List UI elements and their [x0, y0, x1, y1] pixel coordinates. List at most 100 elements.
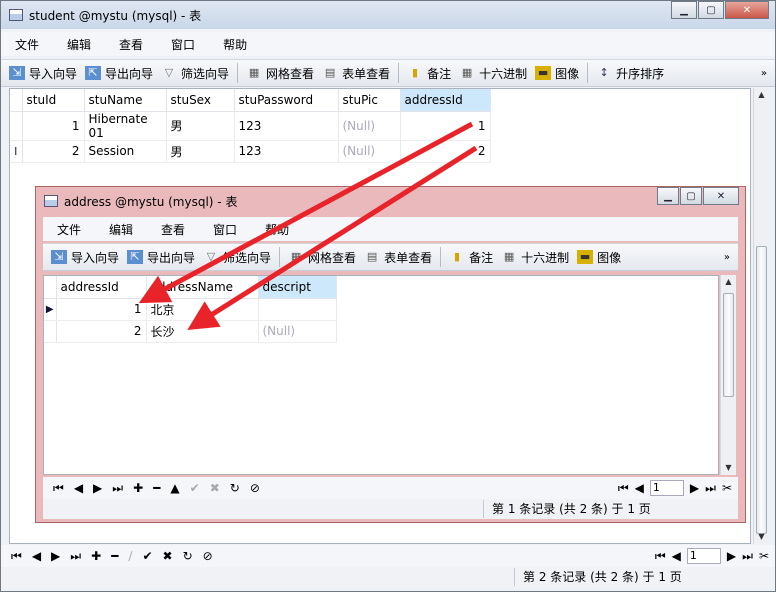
prev-record-icon[interactable]: ◀	[32, 549, 41, 563]
col-header-addressId[interactable]: addressId	[56, 276, 147, 299]
stop-icon[interactable]: ⊘	[250, 481, 260, 495]
first-page-icon[interactable]: ⏮	[655, 549, 666, 564]
col-header-addressName[interactable]: addressName	[146, 276, 259, 299]
menu-edit[interactable]: 编辑	[109, 221, 133, 238]
cell-addressId[interactable]: 1	[400, 111, 491, 141]
last-record-icon[interactable]: ⏭	[70, 549, 81, 564]
first-record-icon[interactable]: ⏮	[11, 549, 22, 564]
refresh-icon[interactable]: ↻	[230, 481, 240, 495]
apply-changes-icon[interactable]: ✔	[142, 549, 152, 563]
cell-stuSex[interactable]: 男	[166, 140, 235, 163]
menu-file[interactable]: 文件	[15, 36, 39, 53]
memo-button[interactable]: ▮ 备注	[407, 65, 451, 82]
prev-page-icon[interactable]: ◀	[672, 549, 681, 563]
hex-button[interactable]: ▦ 十六进制	[501, 249, 569, 266]
grid-view-button[interactable]: ▦ 网格查看	[288, 249, 356, 266]
last-page-icon[interactable]: ⏭	[742, 549, 753, 564]
cell-stuPic[interactable]: (Null)	[338, 140, 401, 163]
cell-stuPic[interactable]: (Null)	[338, 111, 401, 141]
menu-view[interactable]: 查看	[119, 36, 143, 53]
cell-addressId[interactable]: 2	[56, 320, 147, 343]
menu-window[interactable]: 窗口	[171, 36, 195, 53]
last-record-icon[interactable]: ⏭	[112, 481, 123, 496]
menu-help[interactable]: 帮助	[265, 221, 289, 238]
col-header-stuId[interactable]: stuId	[22, 89, 85, 112]
settings-icon[interactable]: ✂	[759, 549, 769, 563]
stop-icon[interactable]: ⊘	[203, 549, 213, 563]
prev-record-icon[interactable]: ◀	[74, 481, 83, 495]
image-button[interactable]: ▬ 图像	[577, 249, 621, 266]
cell-stuPassword[interactable]: 123	[234, 140, 339, 163]
first-page-icon[interactable]: ⏮	[618, 481, 629, 496]
prev-page-icon[interactable]: ◀	[635, 481, 644, 495]
scroll-down-icon[interactable]: ▼	[721, 461, 736, 475]
scroll-thumb[interactable]	[756, 246, 767, 534]
import-wizard-button[interactable]: ⇲ 导入向导	[9, 65, 77, 82]
scroll-up-icon[interactable]: ▲	[721, 275, 736, 289]
form-view-button[interactable]: ▤ 表单查看	[364, 249, 432, 266]
cell-addressId[interactable]: 1	[56, 298, 147, 321]
export-wizard-button[interactable]: ⇱ 导出向导	[127, 249, 195, 266]
table-row[interactable]: I 2 Session 男 123 (Null) 2	[10, 140, 491, 163]
col-header-stuName[interactable]: stuName	[84, 89, 167, 112]
delete-record-icon[interactable]: ━	[153, 481, 160, 495]
cell-stuName[interactable]: Session	[84, 140, 167, 163]
toolbar-overflow-icon[interactable]: »	[724, 252, 730, 263]
first-record-icon[interactable]: ⏮	[53, 481, 64, 496]
col-header-stuPassword[interactable]: stuPassword	[234, 89, 339, 112]
next-page-icon[interactable]: ▶	[690, 481, 699, 495]
discard-changes-icon[interactable]: ✖	[163, 549, 173, 563]
form-view-button[interactable]: ▤ 表单查看	[322, 65, 390, 82]
next-page-icon[interactable]: ▶	[727, 549, 736, 563]
menu-help[interactable]: 帮助	[223, 36, 247, 53]
grid-view-button[interactable]: ▦ 网格查看	[246, 65, 314, 82]
move-up-icon[interactable]: ▲	[170, 481, 179, 495]
menu-window[interactable]: 窗口	[213, 221, 237, 238]
delete-record-icon[interactable]: ━	[111, 549, 118, 563]
col-header-stuSex[interactable]: stuSex	[166, 89, 235, 112]
menu-edit[interactable]: 编辑	[67, 36, 91, 53]
cell-stuId[interactable]: 2	[22, 140, 85, 163]
col-header-addressId[interactable]: addressId	[400, 89, 491, 112]
image-button[interactable]: ▬ 图像	[535, 65, 579, 82]
scroll-down-icon[interactable]: ▼	[754, 530, 769, 544]
cell-addressId[interactable]: 2	[400, 140, 491, 163]
scroll-thumb[interactable]	[723, 293, 734, 397]
cell-stuPassword[interactable]: 123	[234, 111, 339, 141]
sort-ascending-button[interactable]: ↕ 升序排序	[596, 65, 665, 82]
close-button[interactable]: ✕	[725, 1, 769, 19]
page-number-input[interactable]: 1	[649, 480, 684, 496]
menu-view[interactable]: 查看	[161, 221, 185, 238]
minimize-button[interactable]: ▁	[671, 1, 697, 19]
import-wizard-button[interactable]: ⇲ 导入向导	[51, 249, 119, 266]
memo-button[interactable]: ▮ 备注	[449, 249, 493, 266]
scroll-up-icon[interactable]: ▲	[754, 88, 769, 102]
cell-descript[interactable]: (Null)	[258, 320, 337, 343]
cell-stuSex[interactable]: 男	[166, 111, 235, 141]
minimize-button[interactable]: ▁	[657, 187, 679, 205]
hex-button[interactable]: ▦ 十六进制	[459, 65, 527, 82]
col-header-descript[interactable]: descript	[258, 276, 337, 299]
col-header-stuPic[interactable]: stuPic	[338, 89, 401, 112]
next-record-icon[interactable]: ▶	[51, 549, 60, 563]
add-record-icon[interactable]: ✚	[133, 481, 143, 495]
cell-addressName[interactable]: 北京	[146, 298, 259, 321]
maximize-button[interactable]: ▢	[698, 1, 724, 19]
maximize-button[interactable]: ▢	[680, 187, 702, 205]
cell-stuName[interactable]: Hibernate 01	[84, 111, 167, 141]
refresh-icon[interactable]: ↻	[183, 549, 193, 563]
next-record-icon[interactable]: ▶	[93, 481, 102, 495]
vertical-scrollbar[interactable]: ▲ ▼	[753, 88, 769, 544]
add-record-icon[interactable]: ✚	[91, 549, 101, 563]
vertical-scrollbar[interactable]: ▲ ▼	[720, 275, 736, 475]
last-page-icon[interactable]: ⏭	[705, 481, 716, 496]
table-row[interactable]: 1 Hibernate 01 男 123 (Null) 1	[10, 111, 491, 141]
cell-addressName[interactable]: 长沙	[146, 320, 259, 343]
toolbar-overflow-icon[interactable]: »	[761, 68, 767, 79]
close-button[interactable]: ✕	[703, 187, 739, 205]
table-row[interactable]: 2 长沙 (Null)	[44, 320, 337, 343]
menu-file[interactable]: 文件	[57, 221, 81, 238]
table-row[interactable]: ▶ 1 北京	[44, 298, 337, 321]
filter-wizard-button[interactable]: ▽ 筛选向导	[161, 65, 229, 82]
cell-descript[interactable]	[258, 298, 337, 321]
